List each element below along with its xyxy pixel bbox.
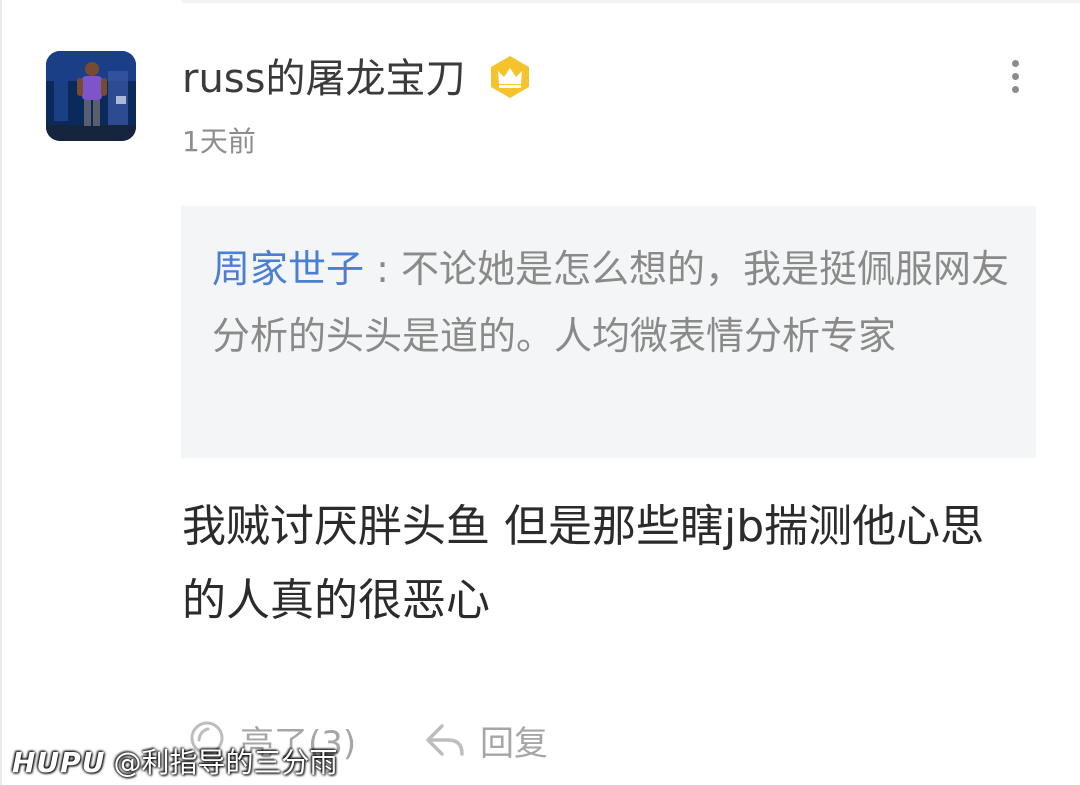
comment-page: russ的屠龙宝刀 1天前 周家世子 : 不论她是怎么想的，我是挺佩服网友分析的… — [0, 0, 1080, 785]
crown-badge-icon — [488, 55, 532, 99]
more-dot-icon — [1012, 60, 1019, 67]
more-dot-icon — [1012, 73, 1019, 80]
top-divider — [182, 0, 1080, 3]
watermark: HUPU @利指导的三分雨 — [12, 745, 337, 781]
avatar-image — [46, 51, 136, 141]
quote-author-link[interactable]: 周家世子 — [212, 247, 364, 291]
reply-label: 回复 — [480, 723, 548, 764]
comment-body: 我贼讨厌胖头鱼 但是那些瞎jb揣测他心思的人真的很恶心 — [182, 501, 985, 626]
quoted-reply: 周家世子 : 不论她是怎么想的，我是挺佩服网友分析的头头是道的。人均微表情分析专… — [212, 236, 1012, 370]
quote-separator: : — [364, 247, 401, 291]
comment-timestamp: 1天前 — [182, 125, 256, 158]
more-options-button[interactable] — [996, 54, 1036, 98]
watermark-brand: HUPU — [12, 746, 106, 779]
watermark-handle: @利指导的三分雨 — [113, 746, 338, 779]
username[interactable]: russ的屠龙宝刀 — [182, 54, 465, 104]
more-dot-icon — [1012, 86, 1019, 93]
reply-button[interactable]: 回复 — [424, 710, 548, 770]
avatar[interactable] — [46, 51, 136, 141]
reply-arrow-icon — [426, 724, 464, 756]
left-edge-divider — [0, 0, 2, 785]
